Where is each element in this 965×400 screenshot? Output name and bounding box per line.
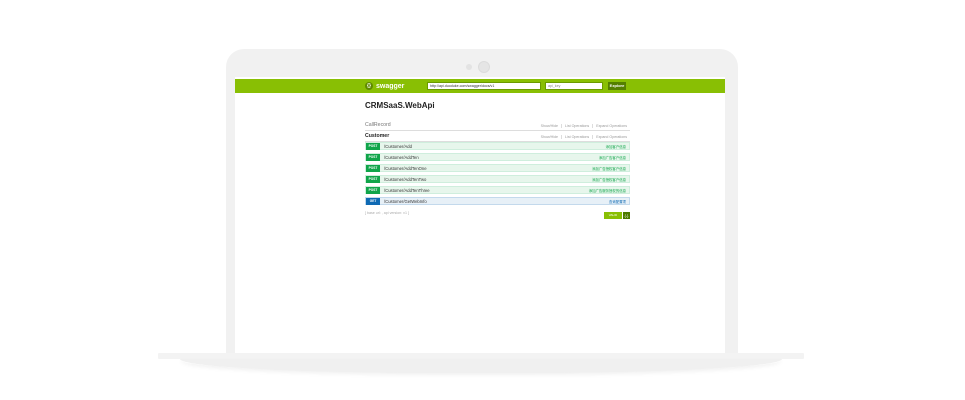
section-title-callrecord[interactable]: CallRecord (365, 122, 391, 128)
endpoint-row[interactable]: POST /Customer/AddTenThree 添加广告服务授权的信息 (365, 186, 630, 194)
expand-operations-link[interactable]: Expand Operations (593, 135, 630, 139)
endpoint-path[interactable]: /Customer/Add (384, 144, 606, 149)
api-key-input[interactable] (545, 82, 603, 90)
swagger-logo-icon: {} (365, 82, 373, 90)
laptop-frame: {} swagger Explore CRMSaaS.WebApi CallRe… (226, 49, 738, 361)
base-url-info: [ base url: , api version: v1 ] (365, 211, 409, 215)
method-badge: GET (366, 197, 380, 205)
valid-badge[interactable]: VALID (604, 212, 622, 219)
method-badge: POST (366, 153, 380, 161)
section-ops-customer: Show/Hide List Operations Expand Operati… (538, 135, 630, 139)
explore-button[interactable]: Explore (608, 82, 626, 90)
section-title-customer[interactable]: Customer (365, 133, 389, 139)
method-badge: POST (366, 164, 380, 172)
url-input[interactable] (427, 82, 541, 90)
method-badge: POST (366, 186, 380, 194)
endpoint-row[interactable]: POST /Customer/Add 添加客户信息 (365, 142, 630, 150)
endpoint-row[interactable]: GET /Customer/GetWebInfo 查询配置项 (365, 197, 630, 205)
endpoint-path[interactable]: /Customer/AddTenOne (384, 166, 592, 171)
method-badge: POST (366, 142, 380, 150)
camera-lens (478, 61, 490, 73)
endpoint-row[interactable]: POST /Customer/AddTenOne 添加广告授权客户信息 (365, 164, 630, 172)
expand-operations-link[interactable]: Expand Operations (593, 124, 630, 128)
endpoint-desc: 查询配置项 (609, 199, 626, 204)
show-hide-link[interactable]: Show/Hide (538, 124, 563, 128)
camera-dot (466, 64, 472, 70)
endpoint-path[interactable]: /Customer/AddTenTwo (384, 177, 592, 182)
brand-name: swagger (376, 82, 405, 90)
method-badge: POST (366, 175, 380, 183)
laptop-base-bottom (180, 359, 782, 373)
endpoint-desc: 添加广告授权客户信息 (592, 166, 626, 171)
section-ops-callrecord: Show/Hide List Operations Expand Operati… (538, 124, 630, 128)
api-title: CRMSaaS.WebApi (365, 101, 435, 110)
endpoint-row[interactable]: POST /Customer/AddTenTwo 添加广告授权客户信息 (365, 175, 630, 183)
swagger-header: {} swagger Explore (235, 79, 725, 93)
endpoint-path[interactable]: /Customer/AddTenThree (384, 188, 589, 193)
screen: {} swagger Explore CRMSaaS.WebApi CallRe… (235, 77, 725, 355)
endpoint-desc: 添加广告授权客户信息 (592, 177, 626, 182)
list-operations-link[interactable]: List Operations (562, 135, 594, 139)
validator-icon[interactable]: {-} (623, 212, 630, 219)
swagger-logo[interactable]: {} swagger (365, 81, 404, 91)
endpoint-desc: 添加客户信息 (605, 144, 626, 149)
endpoint-row[interactable]: POST /Customer/AddTen 添加广告客户信息 (365, 153, 630, 161)
section-divider (365, 130, 630, 131)
endpoint-path[interactable]: /Customer/GetWebInfo (384, 199, 609, 204)
list-operations-link[interactable]: List Operations (562, 124, 594, 128)
endpoint-path[interactable]: /Customer/AddTen (384, 155, 599, 160)
endpoint-desc: 添加广告服务授权的信息 (588, 188, 626, 193)
show-hide-link[interactable]: Show/Hide (538, 135, 563, 139)
endpoint-desc: 添加广告客户信息 (598, 155, 626, 160)
